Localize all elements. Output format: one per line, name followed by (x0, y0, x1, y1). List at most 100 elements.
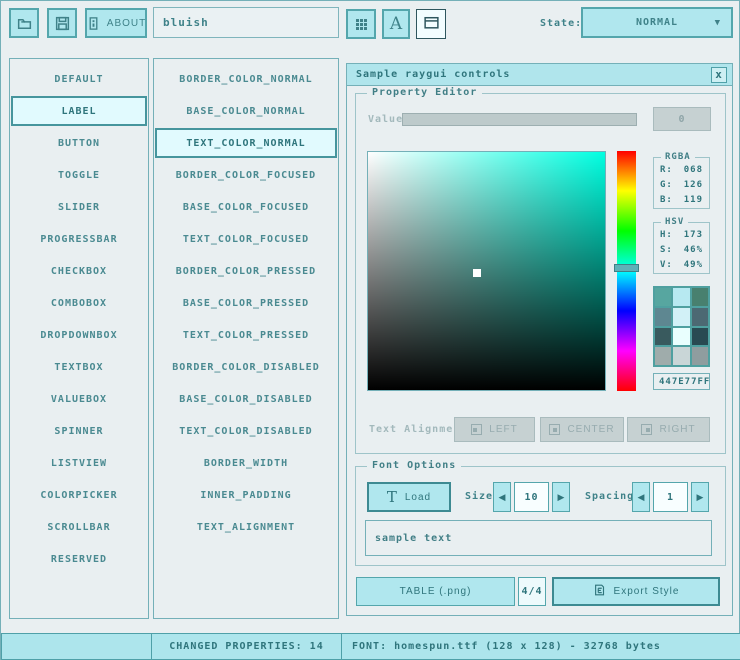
about-button-label: ABOUT (107, 18, 146, 29)
sample-window-title: Sample raygui controls (356, 69, 510, 80)
align-right-button[interactable]: RIGHT (627, 417, 710, 442)
list-item-base_color_disabled[interactable]: BASE_COLOR_DISABLED (155, 384, 337, 414)
list-item-colorpicker[interactable]: COLORPICKER (11, 480, 147, 510)
list-item-progressbar[interactable]: PROGRESSBAR (11, 224, 147, 254)
palette-swatch[interactable] (673, 328, 689, 346)
arrow-left-icon: ◀ (499, 492, 506, 503)
list-item-label[interactable]: LABEL (11, 96, 147, 126)
save-file-button[interactable] (47, 8, 77, 38)
list-item-border_width[interactable]: BORDER_WIDTH (155, 448, 337, 478)
size-value-box[interactable]: 10 (514, 482, 549, 512)
list-item-base_color_pressed[interactable]: BASE_COLOR_PRESSED (155, 288, 337, 318)
b-value: 119 (684, 195, 703, 205)
palette-swatch[interactable] (673, 288, 689, 306)
palette-swatch[interactable] (692, 347, 708, 365)
list-item-text_color_focused[interactable]: TEXT_COLOR_FOCUSED (155, 224, 337, 254)
spacing-value-box[interactable]: 1 (653, 482, 688, 512)
list-item-text_color_normal[interactable]: TEXT_COLOR_NORMAL (155, 128, 337, 158)
palette-swatch[interactable] (655, 288, 671, 306)
hue-slider-handle[interactable] (614, 264, 639, 272)
list-item-textbox[interactable]: TEXTBOX (11, 352, 147, 382)
list-item-text_alignment[interactable]: TEXT_ALIGNMENT (155, 512, 337, 542)
changed-properties-text: CHANGED PROPERTIES: 14 (169, 641, 323, 652)
spacing-increment-button[interactable]: ▶ (691, 482, 709, 512)
hex-color-input[interactable]: 447E77FF (653, 373, 710, 390)
s-label: S: (660, 245, 673, 255)
list-item-reserved[interactable]: RESERVED (11, 544, 147, 574)
list-item-default[interactable]: DEFAULT (11, 64, 147, 94)
palette-swatch[interactable] (655, 308, 671, 326)
list-item-scrollbar[interactable]: SCROLLBAR (11, 512, 147, 542)
list-item-base_color_focused[interactable]: BASE_COLOR_FOCUSED (155, 192, 337, 222)
list-item-button[interactable]: BUTTON (11, 128, 147, 158)
list-item-valuebox[interactable]: VALUEBOX (11, 384, 147, 414)
list-item-border_color_pressed[interactable]: BORDER_COLOR_PRESSED (155, 256, 337, 286)
open-file-button[interactable] (9, 8, 39, 38)
align-left-label: LEFT (489, 424, 517, 435)
palette-swatch[interactable] (692, 288, 708, 306)
hsv-group-label: HSV (661, 217, 688, 227)
spacing-decrement-button[interactable]: ◀ (632, 482, 650, 512)
palette-swatch[interactable] (673, 347, 689, 365)
list-item-text_color_disabled[interactable]: TEXT_COLOR_DISABLED (155, 416, 337, 446)
align-right-label: RIGHT (659, 424, 695, 435)
g-value: 126 (684, 180, 703, 190)
palette-swatch[interactable] (655, 347, 671, 365)
export-pages-box: 4/4 (518, 577, 546, 606)
align-left-icon (471, 424, 482, 435)
s-value: 46% (684, 245, 703, 255)
list-item-combobox[interactable]: COMBOBOX (11, 288, 147, 318)
sample-text-input[interactable]: sample text (365, 520, 712, 556)
list-item-checkbox[interactable]: CHECKBOX (11, 256, 147, 286)
style-color-palette (653, 286, 710, 367)
color-picker-gradient[interactable] (367, 151, 606, 391)
export-style-button[interactable]: Export Style (552, 577, 720, 606)
align-right-icon (641, 424, 652, 435)
letter-a-icon: A (390, 16, 402, 33)
about-button[interactable]: ABOUT (85, 8, 147, 38)
list-item-spinner[interactable]: SPINNER (11, 416, 147, 446)
list-item-border_color_disabled[interactable]: BORDER_COLOR_DISABLED (155, 352, 337, 382)
export-format-button[interactable]: TABLE (.png) (356, 577, 515, 606)
font-load-label: Load (405, 492, 431, 503)
list-item-text_color_pressed[interactable]: TEXT_COLOR_PRESSED (155, 320, 337, 350)
list-item-base_color_normal[interactable]: BASE_COLOR_NORMAL (155, 96, 337, 126)
palette-swatch[interactable] (673, 308, 689, 326)
chevron-down-icon: ▼ (715, 18, 720, 28)
style-name-input[interactable] (153, 7, 339, 38)
property-editor-group-label: Property Editor (367, 87, 482, 98)
sample-window-titlebar[interactable]: Sample raygui controls x (347, 64, 732, 86)
size-increment-button[interactable]: ▶ (552, 482, 570, 512)
list-item-border_color_focused[interactable]: BORDER_COLOR_FOCUSED (155, 160, 337, 190)
list-item-slider[interactable]: SLIDER (11, 192, 147, 222)
arrow-left-icon: ◀ (638, 492, 645, 503)
list-item-toggle[interactable]: TOGGLE (11, 160, 147, 190)
palette-swatch[interactable] (655, 328, 671, 346)
list-item-inner_padding[interactable]: INNER_PADDING (155, 480, 337, 510)
palette-swatch[interactable] (692, 328, 708, 346)
align-center-button[interactable]: CENTER (540, 417, 624, 442)
info-icon (86, 16, 101, 31)
style-table-view-button[interactable] (346, 9, 376, 39)
list-item-dropdownbox[interactable]: DROPDOWNBOX (11, 320, 147, 350)
font-view-button[interactable]: A (382, 9, 410, 39)
align-left-button[interactable]: LEFT (454, 417, 535, 442)
font-info-text: FONT: homespun.ttf (128 x 128) - 32768 b… (352, 641, 661, 652)
list-item-listview[interactable]: LISTVIEW (11, 448, 147, 478)
size-decrement-button[interactable]: ◀ (493, 482, 511, 512)
state-dropdown[interactable]: NORMAL ▼ (581, 7, 733, 38)
value-slider[interactable] (402, 113, 637, 126)
v-value: 49% (684, 260, 703, 270)
controls-view-button[interactable] (416, 9, 446, 39)
toolbar: ABOUT A State: (1, 1, 739, 46)
properties-list: BORDER_COLOR_NORMALBASE_COLOR_NORMALTEXT… (153, 58, 339, 619)
state-label: State: (540, 18, 582, 29)
palette-swatch[interactable] (692, 308, 708, 326)
color-picker-cursor[interactable] (473, 269, 481, 277)
close-icon[interactable]: x (711, 67, 727, 83)
b-label: B: (660, 195, 673, 205)
align-center-icon (549, 424, 560, 435)
value-box[interactable]: 0 (653, 107, 711, 131)
font-load-button[interactable]: T Load (367, 482, 451, 512)
list-item-border_color_normal[interactable]: BORDER_COLOR_NORMAL (155, 64, 337, 94)
